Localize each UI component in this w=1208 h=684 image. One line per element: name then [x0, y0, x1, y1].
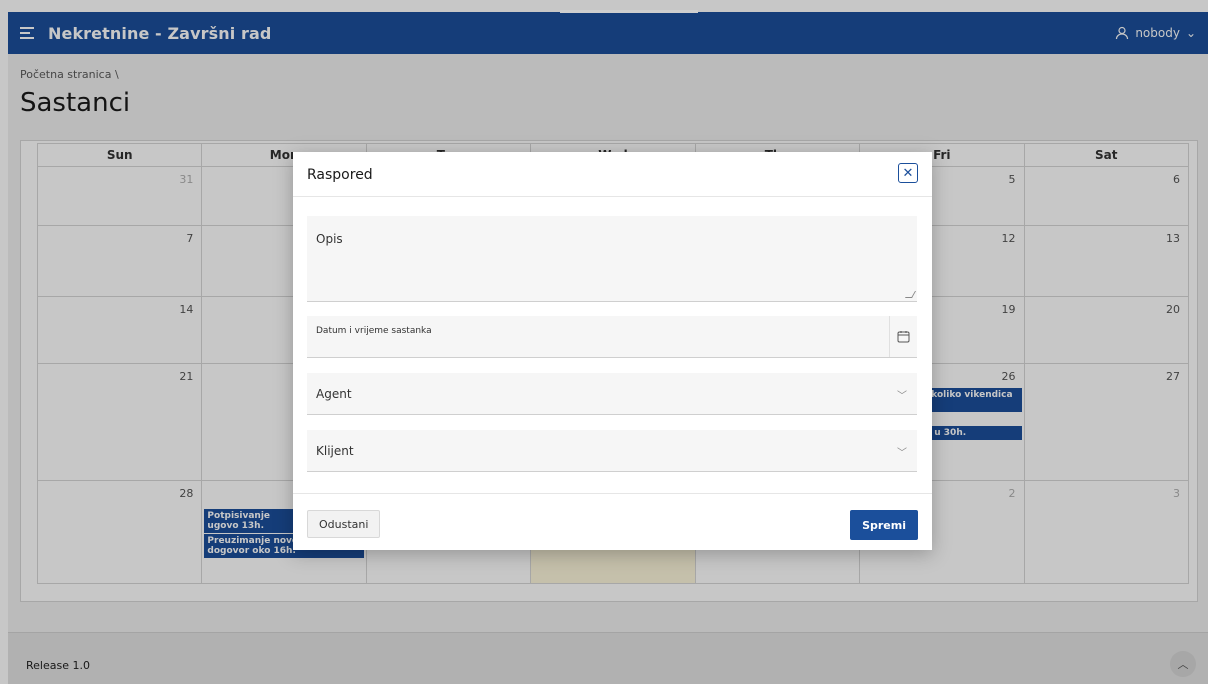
chevron-down-icon: ﹀ — [897, 391, 907, 402]
save-button[interactable]: Spremi — [850, 510, 918, 540]
top-strip — [560, 10, 698, 13]
chevron-down-icon: ﹀ — [897, 448, 907, 459]
dialog-title: Raspored — [307, 167, 373, 183]
opis-label: Opis — [316, 232, 343, 246]
schedule-dialog: Raspored ✕ Opis Datum i vrijeme sastanka… — [293, 152, 932, 550]
opis-field[interactable]: Opis — [307, 216, 917, 302]
dialog-header: Raspored ✕ — [293, 152, 932, 197]
klijent-label: Klijent — [316, 444, 354, 458]
cancel-button[interactable]: Odustani — [307, 510, 381, 538]
dialog-footer: Odustani Spremi — [293, 493, 932, 551]
datum-label: Datum i vrijeme sastanka — [316, 326, 432, 336]
agent-label: Agent — [316, 387, 352, 401]
datum-field[interactable]: Datum i vrijeme sastanka — [307, 316, 917, 358]
klijent-select[interactable]: Klijent ﹀ — [307, 430, 917, 472]
agent-select[interactable]: Agent ﹀ — [307, 373, 917, 415]
calendar-icon[interactable] — [889, 316, 917, 357]
resize-handle-icon[interactable] — [904, 291, 917, 298]
close-icon[interactable]: ✕ — [898, 163, 918, 183]
